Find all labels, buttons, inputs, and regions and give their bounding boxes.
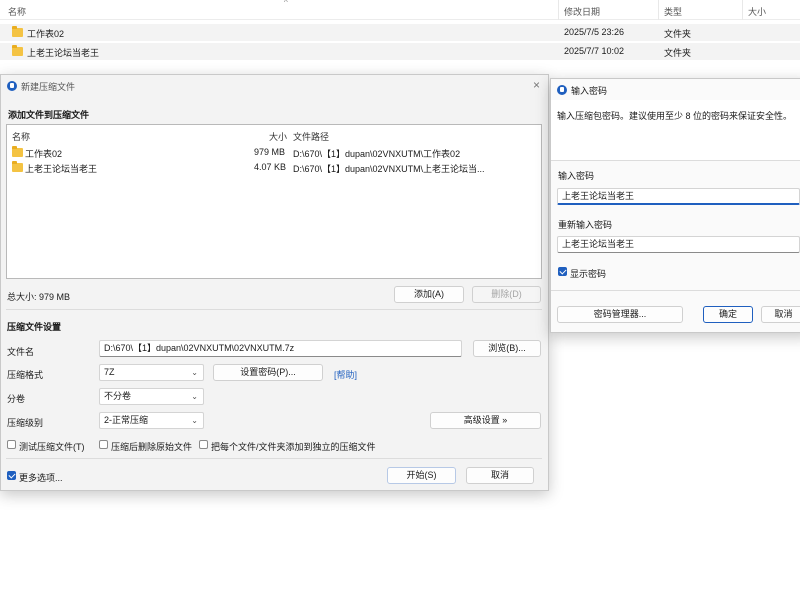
header-size[interactable]: 大小 [269,130,287,143]
divider [551,290,800,291]
file-name: 工作表02 [25,149,63,159]
column-name[interactable]: 名称 [8,5,26,18]
file-explorer: 名称 ^ 修改日期 类型 大小 工作表02 2025/7/5 23:26 文件夹… [0,0,800,70]
more-options-label[interactable]: 更多选项... [19,471,63,484]
column-type[interactable]: 类型 [664,5,682,18]
file-size: 4.07 KB [254,162,287,172]
confirm-password-label: 重新输入密码 [558,220,613,230]
delete-original-label[interactable]: 压缩后删除原始文件 [111,440,192,453]
total-size: 总大小: 979 MB [7,292,71,302]
add-button[interactable]: 添加(A) [394,286,464,303]
help-link[interactable]: [帮助] [334,368,357,381]
advanced-settings-button[interactable]: 高级设置 » [430,412,541,429]
file-path: D:\670\【1】dupan\02VNXUTM\工作表02 [293,149,461,159]
folder-icon [12,161,23,174]
separate-archives-checkbox[interactable] [199,440,208,449]
file-name: 上老王论坛当老王 [25,164,98,174]
close-icon[interactable]: × [533,78,540,92]
column-separator[interactable] [658,0,659,20]
divider [551,160,800,161]
row-name: 工作表02 [27,29,65,39]
ok-button[interactable]: 确定 [703,306,753,323]
delete-original-checkbox[interactable] [99,440,108,449]
header-name[interactable]: 名称 [12,130,30,143]
column-modified[interactable]: 修改日期 [564,5,600,18]
settings-heading: 压缩文件设置 [7,322,62,332]
dialog-title: 输入密码 [571,86,608,96]
password-label: 输入密码 [558,171,595,181]
row-modified: 2025/7/7 10:02 [564,46,625,56]
app-icon [557,85,567,95]
chevron-down-icon: ⌄ [191,392,198,401]
row-type: 文件夹 [664,29,692,39]
folder-icon [12,26,23,39]
row-modified: 2025/7/5 23:26 [564,27,625,37]
more-options-checkbox[interactable] [7,471,16,480]
dialog-titlebar[interactable]: 输入密码 [551,79,800,101]
password-cancel-button[interactable]: 取消 [761,306,800,323]
password-input[interactable]: 上老王论坛当老王 [557,188,800,205]
dialog-titlebar[interactable]: 新建压缩文件 × [1,75,548,97]
separate-archives-label[interactable]: 把每个文件/文件夹添加到独立的压缩文件 [211,440,376,453]
add-files-heading: 添加文件到压缩文件 [8,110,90,120]
column-separator[interactable] [558,0,559,20]
explorer-row[interactable]: 上老王论坛当老王 2025/7/7 10:02 文件夹 [0,43,800,60]
password-manager-button[interactable]: 密码管理器... [557,306,683,323]
level-value: 2-正常压缩 [104,415,149,425]
row-name: 上老王论坛当老王 [27,48,100,58]
delete-button[interactable]: 删除(D) [472,286,541,303]
cancel-button[interactable]: 取消 [466,467,534,484]
folder-icon [12,146,23,159]
volume-select[interactable]: 不分卷 ⌄ [99,388,204,405]
divider [6,458,542,459]
test-archive-label[interactable]: 测试压缩文件(T) [19,440,85,453]
volume-value: 不分卷 [104,391,132,401]
file-size: 979 MB [254,147,286,157]
start-button[interactable]: 开始(S) [387,467,456,484]
show-password-label[interactable]: 显示密码 [570,267,606,280]
sort-caret-icon: ^ [284,0,288,7]
test-archive-checkbox[interactable] [7,440,16,449]
column-separator[interactable] [742,0,743,20]
app-icon [7,81,17,91]
filename-label: 文件名 [7,347,35,357]
filename-input[interactable]: D:\670\【1】dupan\02VNXUTM\02VNXUTM.7z [99,340,462,357]
confirm-password-input[interactable]: 上老王论坛当老王 [557,236,800,253]
show-password-checkbox[interactable] [558,267,567,276]
format-value: 7Z [104,367,115,377]
dialog-title: 新建压缩文件 [21,82,76,92]
volume-label: 分卷 [7,394,26,404]
browse-button[interactable]: 浏览(B)... [473,340,541,357]
explorer-row[interactable]: 工作表02 2025/7/5 23:26 文件夹 [0,24,800,41]
explorer-header: 名称 ^ 修改日期 类型 大小 [0,0,800,20]
file-path: D:\670\【1】dupan\02VNXUTM\上老王论坛当... [293,164,485,174]
level-select[interactable]: 2-正常压缩 ⌄ [99,412,204,429]
column-size[interactable]: 大小 [748,5,766,18]
divider [6,309,542,310]
format-label: 压缩格式 [7,370,44,380]
set-password-button[interactable]: 设置密码(P)... [213,364,323,381]
folder-icon [12,45,23,58]
password-description: 输入压缩包密码。建议使用至少 8 位的密码来保证安全性。 [557,111,793,121]
format-select[interactable]: 7Z ⌄ [99,364,204,381]
chevron-down-icon: ⌄ [191,368,198,377]
chevron-down-icon: ⌄ [191,416,198,425]
row-type: 文件夹 [664,48,692,58]
file-list[interactable]: 名称 大小 文件路径 工作表02 979 MB D:\670\【1】dupan\… [6,124,542,279]
header-path[interactable]: 文件路径 [293,130,329,143]
level-label: 压缩级别 [7,418,44,428]
